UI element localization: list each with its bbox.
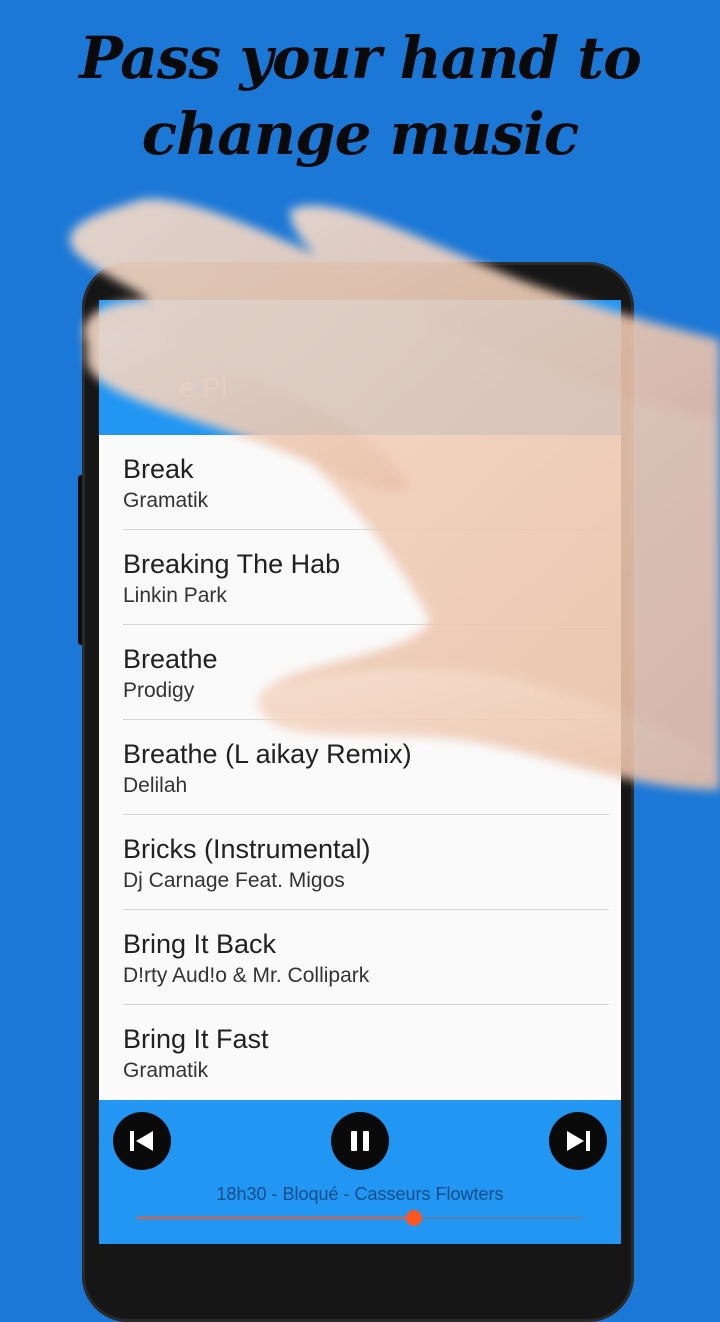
song-title: Break <box>123 454 194 484</box>
app-title: e Pl <box>179 372 228 403</box>
skip-next-icon <box>567 1131 590 1151</box>
headline-line-1: Pass your hand to <box>79 24 642 92</box>
song-item[interactable]: Bricks (Instrumental) Dj Carnage Feat. M… <box>99 815 621 910</box>
song-artist: Delilah <box>123 774 188 797</box>
pause-button[interactable] <box>331 1112 389 1170</box>
song-artist: Gramatik <box>123 1059 209 1082</box>
seek-bar-thumb[interactable] <box>405 1210 422 1226</box>
song-title: Bring It Back <box>123 929 277 959</box>
song-list: Break Gramatik Breaking The Hab Linkin P… <box>99 435 621 1100</box>
song-title: Breathe (L aikay Remix) <box>123 739 412 769</box>
previous-button[interactable] <box>113 1112 171 1170</box>
song-artist: Prodigy <box>123 679 195 702</box>
headline: Pass your hand to change music <box>0 20 720 172</box>
phone-screen: e Pl Break Gramatik Breaking The Hab Lin… <box>99 300 621 1244</box>
skip-previous-icon <box>130 1131 153 1151</box>
now-playing-text: 18h30 - Bloqué - Casseurs Flowters <box>216 1184 504 1204</box>
song-title: Bring It Fast <box>123 1024 269 1054</box>
headline-line-2: change music <box>141 100 579 168</box>
seek-bar-progress <box>137 1217 414 1219</box>
song-artist: Linkin Park <box>123 584 227 607</box>
next-button[interactable] <box>549 1112 607 1170</box>
app-bar: e Pl <box>99 300 621 435</box>
song-title: Breathe <box>123 644 218 674</box>
song-item[interactable]: Bring It Back D!rty Aud!o & Mr. Collipar… <box>99 910 621 1005</box>
song-title: Bricks (Instrumental) <box>123 834 371 864</box>
song-artist: Gramatik <box>123 489 209 512</box>
song-item[interactable]: Break Gramatik <box>99 435 621 530</box>
song-item[interactable]: Breaking The Hab Linkin Park <box>99 530 621 625</box>
song-item[interactable]: Breathe Prodigy <box>99 625 621 720</box>
song-artist: Dj Carnage Feat. Migos <box>123 869 345 892</box>
song-item[interactable]: Bring It Fast Gramatik <box>99 1005 621 1100</box>
song-item[interactable]: Breathe (L aikay Remix) Delilah <box>99 720 621 815</box>
player-bar: 18h30 - Bloqué - Casseurs Flowters <box>99 1100 621 1244</box>
pause-icon <box>351 1131 369 1151</box>
song-title: Breaking The Hab <box>123 549 341 579</box>
song-artist: D!rty Aud!o & Mr. Collipark <box>123 964 370 987</box>
seek-bar[interactable] <box>137 1210 583 1226</box>
